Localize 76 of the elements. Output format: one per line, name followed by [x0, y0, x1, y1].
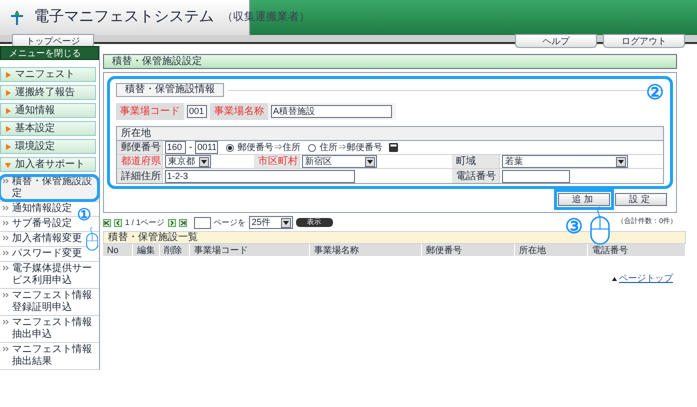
- separator-text: -: [189, 141, 192, 155]
- column-header: 削除: [160, 244, 190, 256]
- menu-category[interactable]: 加入者サポート: [0, 157, 96, 172]
- page-count: 1 / 1ページ: [125, 216, 165, 228]
- callout-number: ①: [77, 208, 91, 224]
- chevron-icon: [3, 235, 9, 241]
- dropdown-arrow-icon: [280, 218, 291, 228]
- logo-icon: [8, 8, 26, 26]
- page-title: 積替・保管施設設定: [103, 54, 677, 69]
- app-subtitle: （収集運搬業者）: [222, 10, 310, 26]
- page-suffix: ページを: [214, 216, 246, 228]
- computer-mouse-icon: [590, 205, 610, 245]
- page-input[interactable]: [194, 216, 211, 228]
- chevron-icon: [3, 265, 9, 271]
- chevron-icon: [3, 292, 9, 298]
- caret-right-icon: [5, 126, 11, 132]
- caret-down-icon: [5, 162, 11, 168]
- field-label: 事業場コード: [116, 103, 184, 120]
- column-header: 事業場名称: [310, 244, 422, 256]
- column-header: 郵便番号: [422, 244, 515, 256]
- chevron-icon: [3, 346, 9, 352]
- previous-page-icon[interactable]: [114, 218, 122, 226]
- section-legend: 積替・保管施設情報: [116, 83, 224, 97]
- caret-right-icon: [5, 72, 11, 78]
- field-label: 詳細住所: [117, 169, 163, 183]
- next-page-icon[interactable]: [168, 218, 176, 226]
- nav-button[interactable]: ログアウト: [603, 34, 685, 48]
- chevron-icon: [3, 205, 9, 211]
- last-page-icon[interactable]: [178, 218, 187, 226]
- radio-label: 郵便番号⇒住所: [237, 140, 300, 154]
- triangle-up-icon: [612, 276, 617, 281]
- select-field[interactable]: 東京都: [165, 155, 211, 168]
- column-header: 事業場コード: [190, 244, 310, 256]
- chevron-icon: [3, 220, 9, 226]
- callout-number: ②: [646, 83, 664, 103]
- caret-right-icon: [5, 90, 11, 96]
- radio-button[interactable]: [226, 144, 234, 152]
- app-title: 電子マニフェストシステム: [34, 7, 214, 28]
- field-label: 事業場名称: [210, 103, 268, 120]
- menu-category[interactable]: 運搬終了報告: [0, 85, 96, 100]
- input-field[interactable]: 001: [187, 105, 207, 118]
- menu-category[interactable]: 環境設定: [0, 139, 96, 154]
- caret-right-icon: [5, 144, 11, 150]
- chevron-icon: [3, 319, 9, 325]
- input-field[interactable]: A積替施設: [271, 105, 392, 118]
- menu-category[interactable]: マニフェスト: [0, 67, 96, 82]
- nav-button[interactable]: ヘルプ: [515, 34, 597, 48]
- select-field[interactable]: 25件: [248, 216, 293, 229]
- menu-category[interactable]: 通知情報: [0, 103, 96, 118]
- column-header: No: [103, 244, 133, 256]
- field-label: 郵便番号: [117, 141, 163, 154]
- action-button[interactable]: 設定: [615, 193, 667, 206]
- input-field[interactable]: 0011: [195, 141, 218, 154]
- input-field[interactable]: 160: [165, 141, 186, 154]
- table-header: 所在地: [117, 127, 663, 141]
- field-label: 都道府県: [117, 155, 163, 168]
- input-field[interactable]: 1-2-3: [165, 170, 355, 183]
- chevron-icon: [3, 178, 9, 184]
- select-field[interactable]: 若葉: [502, 155, 628, 168]
- radio-label: 住所⇒郵便番号: [319, 140, 382, 154]
- calculator-icon[interactable]: [389, 143, 398, 152]
- field-label: 町域: [452, 155, 500, 168]
- first-page-icon[interactable]: [103, 218, 111, 226]
- column-header: 所在地: [515, 244, 588, 256]
- caret-right-icon: [5, 108, 11, 114]
- input-field[interactable]: [502, 170, 570, 183]
- menu-close-button[interactable]: メニューを閉じる: [0, 46, 99, 60]
- menu-category[interactable]: 基本設定: [0, 121, 96, 136]
- page-top-link[interactable]: ページトップ: [619, 272, 673, 286]
- chevron-icon: [3, 250, 9, 256]
- field-label: 市区町村: [254, 155, 300, 168]
- field-label: 電話番号: [452, 169, 500, 183]
- radio-button[interactable]: [308, 144, 316, 152]
- column-header: 編集: [133, 244, 160, 256]
- computer-mouse-icon: [86, 226, 98, 251]
- select-field[interactable]: 新宿区: [302, 155, 377, 168]
